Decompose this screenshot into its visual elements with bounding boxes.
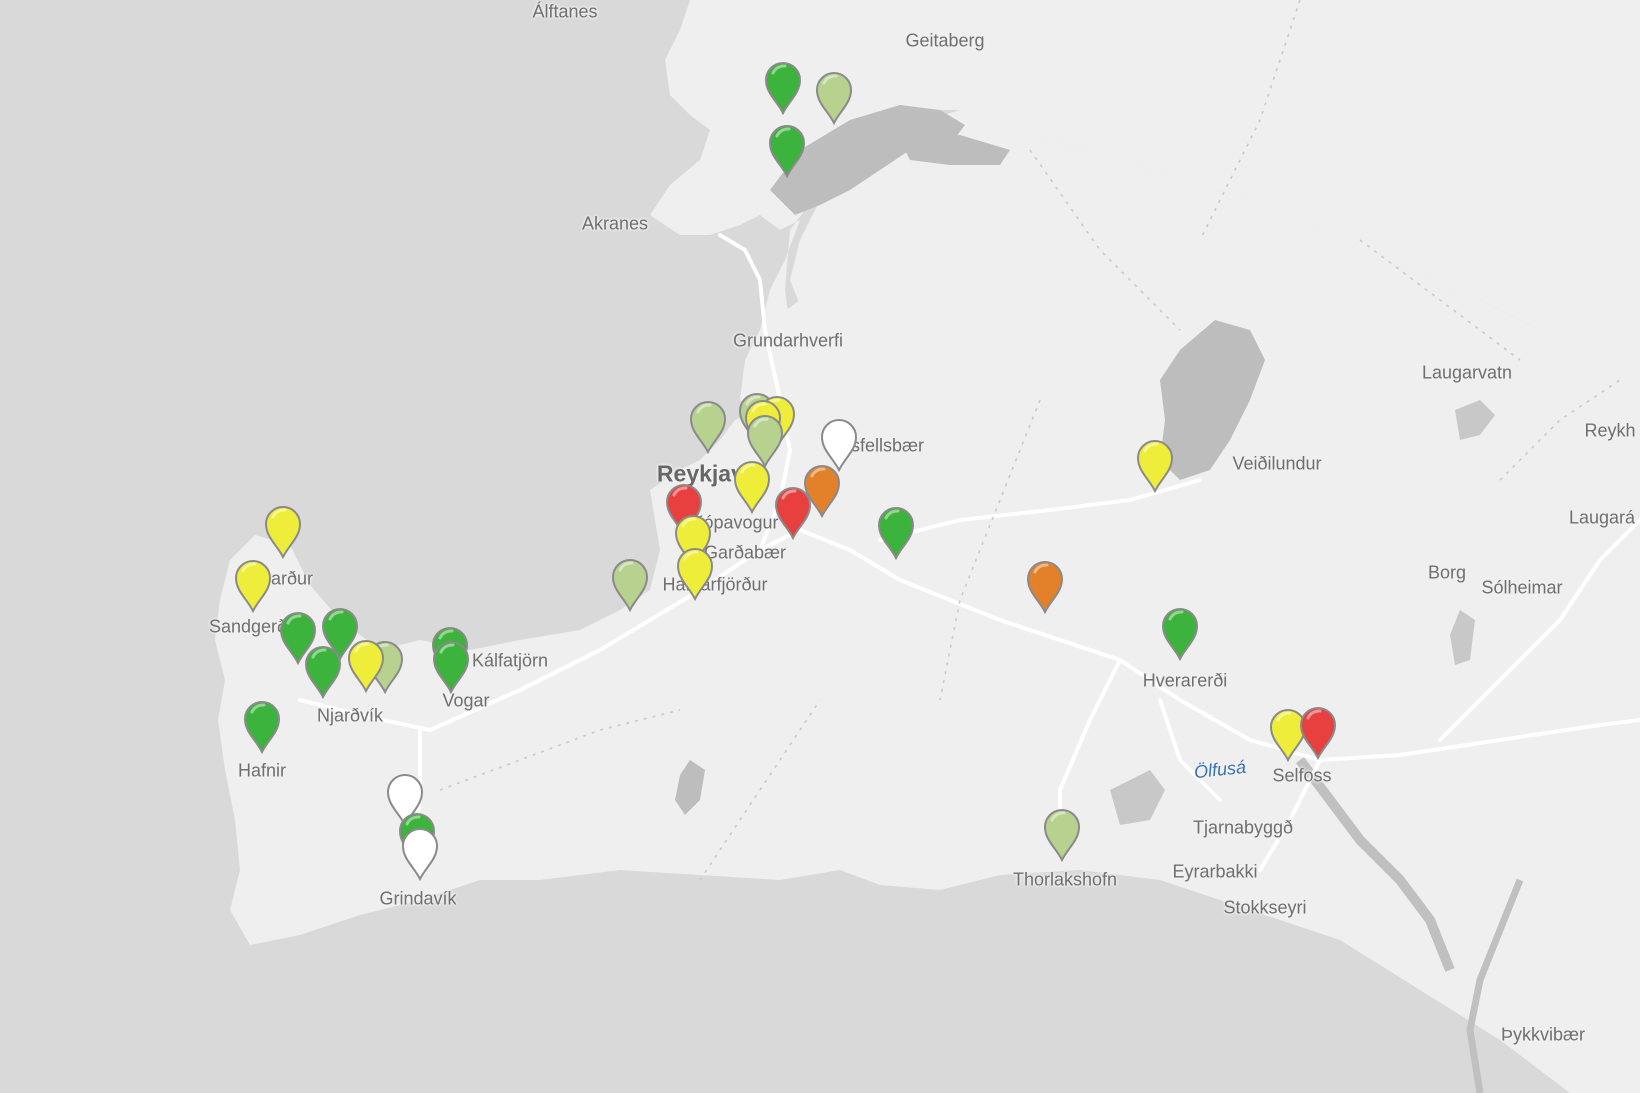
marker-pin-icon [611, 559, 649, 612]
marker-pin-icon [1161, 608, 1199, 661]
map-marker-light-green[interactable] [1042, 806, 1082, 862]
marker-pin-icon [1026, 561, 1064, 614]
map-marker-red[interactable] [773, 484, 813, 540]
marker-pin-icon [768, 125, 806, 178]
map-marker-yellow[interactable] [675, 545, 715, 601]
marker-pin-icon [401, 828, 439, 881]
map-marker-green[interactable] [1160, 605, 1200, 661]
place-label: Hafnir [237, 760, 287, 781]
place-label: Selfoss [1272, 765, 1332, 786]
marker-pin-icon [676, 548, 714, 601]
place-label: Tjarnabyggð [1192, 817, 1294, 838]
place-label: Garðabær [703, 542, 787, 563]
map-marker-light-green[interactable] [610, 556, 650, 612]
map-marker-yellow[interactable] [233, 557, 273, 613]
place-label: Grindavík [379, 888, 457, 909]
map-marker-green[interactable] [763, 59, 803, 115]
map-marker-green[interactable] [767, 122, 807, 178]
place-label: Eyrarbakki [1172, 861, 1258, 882]
map-marker-yellow[interactable] [1135, 437, 1175, 493]
map-canvas[interactable]: Álftanes Geitaberg Akranes Grundarhverfi Lau… [0, 0, 1640, 1093]
map-marker-light-green[interactable] [688, 398, 728, 454]
marker-pin-icon [432, 641, 470, 694]
place-label: Álftanes [532, 1, 598, 22]
marker-pin-icon [815, 72, 853, 125]
map-marker-light-green[interactable] [814, 69, 854, 125]
place-label: Njarðvík [316, 705, 384, 726]
marker-pin-icon [347, 640, 385, 693]
place-label: Kálfatjörn [471, 650, 549, 671]
map-marker-green[interactable] [242, 698, 282, 754]
place-label: Thorlakshofn [1012, 869, 1118, 890]
place-label: Borg [1427, 562, 1467, 583]
place-label: Grundarhverfi [732, 330, 844, 351]
place-label: Veiðilundur [1232, 453, 1322, 474]
marker-pin-icon [243, 701, 281, 754]
marker-pin-icon [1043, 809, 1081, 862]
marker-pin-icon [234, 560, 272, 613]
marker-pin-icon [877, 507, 915, 560]
map-marker-orange[interactable] [1025, 558, 1065, 614]
marker-pin-icon [304, 646, 342, 699]
marker-pin-icon [1136, 440, 1174, 493]
place-label: Stokkseyri [1223, 897, 1307, 918]
place-label: Sólheimar [1481, 577, 1563, 598]
place-label: Laugarvatn [1421, 362, 1513, 383]
map-marker-yellow[interactable] [346, 637, 386, 693]
place-label: Þykkvibær [1500, 1024, 1586, 1045]
marker-pin-icon [1299, 707, 1337, 760]
map-base [0, 0, 1640, 1093]
map-marker-white[interactable] [400, 825, 440, 881]
marker-pin-icon [733, 461, 771, 514]
place-label: Reykh [1584, 420, 1636, 441]
marker-pin-icon [264, 506, 302, 559]
place-label: Akranes [581, 213, 649, 234]
map-marker-green[interactable] [876, 504, 916, 560]
place-label: Geitaberg [905, 30, 985, 51]
map-marker-yellow[interactable] [732, 458, 772, 514]
place-label: Hverагerði [1142, 670, 1228, 691]
map-marker-red[interactable] [1298, 704, 1338, 760]
map-marker-green[interactable] [303, 643, 343, 699]
map-marker-yellow[interactable] [263, 503, 303, 559]
map-marker-green[interactable] [431, 638, 471, 694]
place-label: Laugará [1568, 507, 1636, 528]
marker-pin-icon [764, 62, 802, 115]
marker-pin-icon [774, 487, 812, 540]
marker-pin-icon [689, 401, 727, 454]
